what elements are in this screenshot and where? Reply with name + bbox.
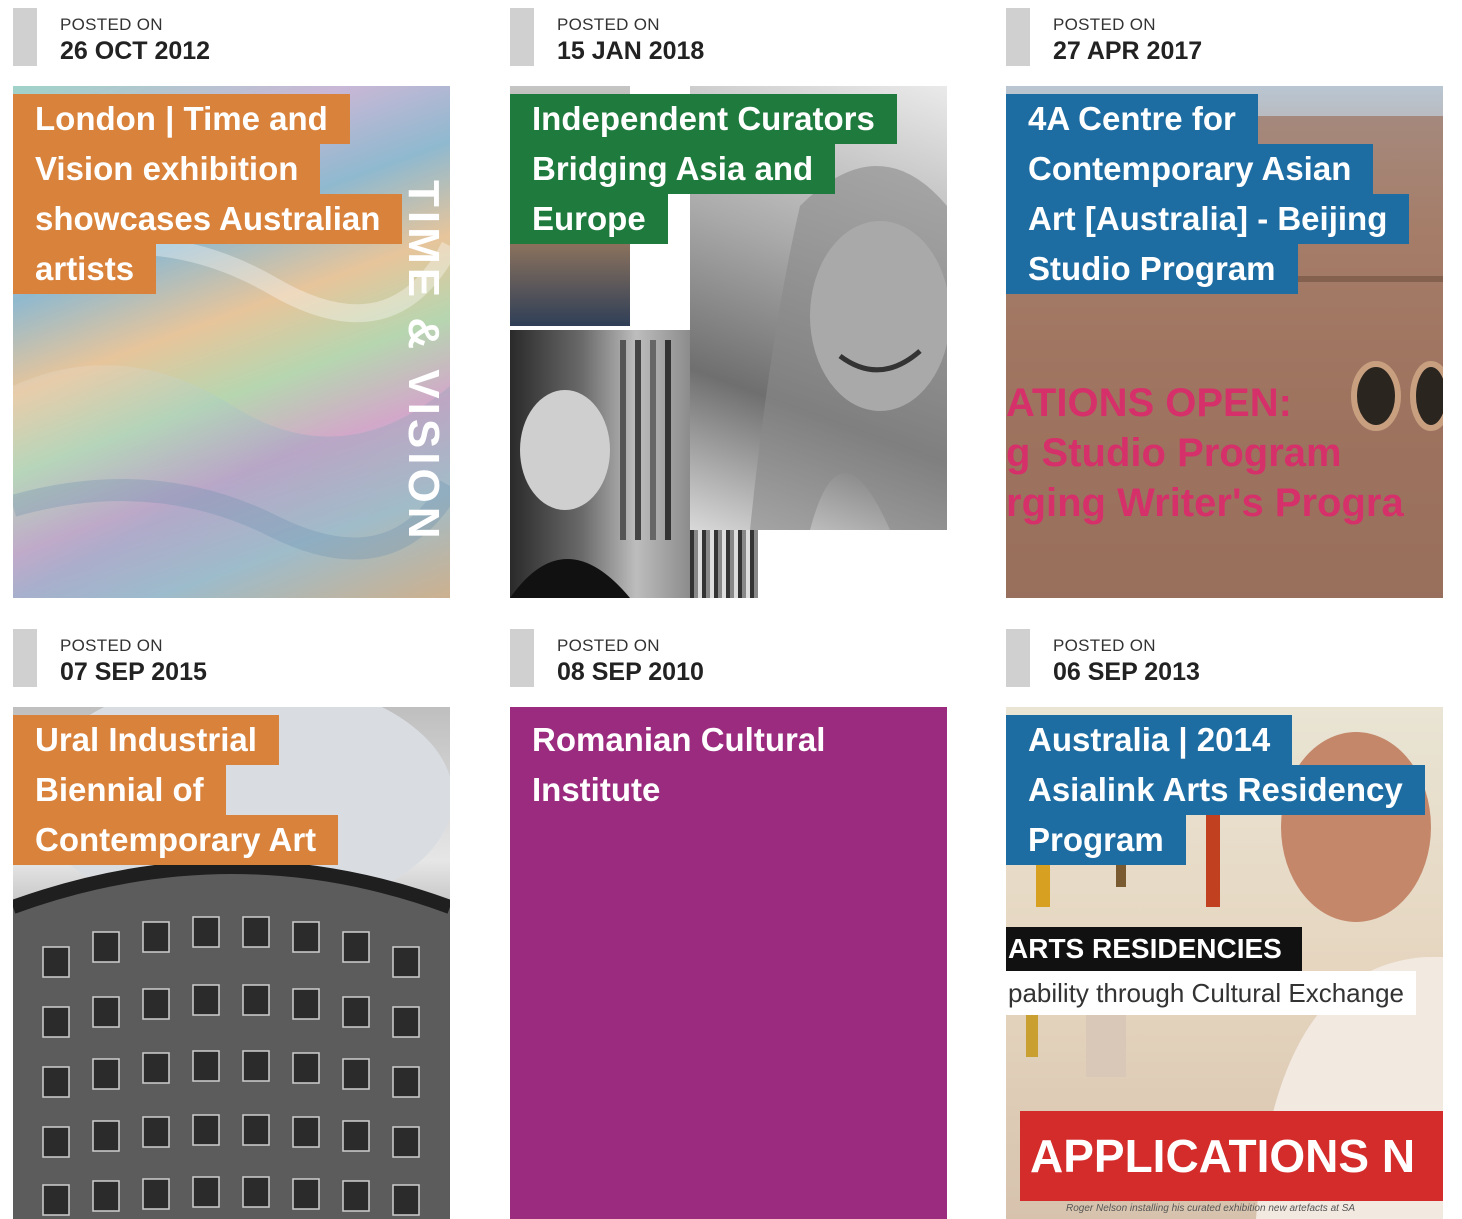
meta-accent-bar bbox=[1006, 629, 1030, 687]
meta-accent-bar bbox=[13, 8, 37, 66]
post-thumbnail[interactable]: Romanian Cultural Institute bbox=[510, 707, 947, 1219]
photo-caption: Roger Nelson installing his curated exhi… bbox=[1066, 1203, 1356, 1214]
post-date: 06 SEP 2013 bbox=[1053, 658, 1200, 686]
portrait-silhouette bbox=[510, 340, 671, 598]
posted-on-label: POSTED ON bbox=[60, 15, 163, 34]
meta-accent-bar bbox=[13, 629, 37, 687]
applications-banner: APPLICATIONS N bbox=[1020, 1111, 1443, 1201]
post-meta: POSTED ON 06 SEP 2013 bbox=[1006, 621, 1443, 701]
post-meta: POSTED ON 26 OCT 2012 bbox=[13, 0, 450, 80]
post-date: 07 SEP 2015 bbox=[60, 658, 207, 686]
meta-accent-bar bbox=[1006, 8, 1030, 66]
posted-on-label: POSTED ON bbox=[1053, 636, 1156, 655]
residencies-banner: ARTS RESIDENCIES bbox=[1006, 927, 1302, 971]
post-meta: POSTED ON 08 SEP 2010 bbox=[510, 621, 947, 701]
post-thumbnail[interactable]: TIME & VISION London | Time and Vision e… bbox=[13, 86, 450, 598]
post-title[interactable]: Independent Curators Bridging Asia and E… bbox=[510, 94, 897, 244]
post-title[interactable]: Ural Industrial Biennial of Contemporary… bbox=[13, 715, 339, 865]
post-card[interactable]: POSTED ON 07 SEP 2015 Ural Industrial Bi… bbox=[13, 621, 450, 1219]
post-date: 08 SEP 2010 bbox=[557, 658, 704, 686]
bookshelf-strip bbox=[690, 530, 758, 598]
post-meta: POSTED ON 07 SEP 2015 bbox=[13, 621, 450, 701]
residencies-subtitle: pability through Cultural Exchange bbox=[1006, 971, 1417, 1015]
post-date: 15 JAN 2018 bbox=[557, 37, 705, 65]
posted-on-label: POSTED ON bbox=[60, 636, 163, 655]
post-card[interactable]: POSTED ON 26 OCT 2012 TIME & VISION Lond… bbox=[13, 0, 450, 598]
posted-on-label: POSTED ON bbox=[1053, 15, 1156, 34]
meta-accent-bar bbox=[510, 629, 534, 687]
post-card[interactable]: POSTED ON 15 JAN 2018 Independent Curato… bbox=[510, 0, 947, 598]
image-pink-text: ATIONS OPEN: g Studio Program rging Writ… bbox=[1006, 381, 1404, 525]
posted-on-label: POSTED ON bbox=[557, 15, 660, 34]
post-card[interactable]: POSTED ON 27 APR 2017 ATIONS OPEN: g Stu… bbox=[1006, 0, 1443, 598]
post-title[interactable]: London | Time and Vision exhibition show… bbox=[13, 94, 403, 294]
post-thumbnail[interactable]: Independent Curators Bridging Asia and E… bbox=[510, 86, 947, 598]
post-title[interactable]: Romanian Cultural Institute bbox=[510, 715, 848, 815]
post-date: 27 APR 2017 bbox=[1053, 37, 1203, 65]
meta-accent-bar bbox=[510, 8, 534, 66]
post-thumbnail[interactable]: ARTS RESIDENCIES pability through Cultur… bbox=[1006, 707, 1443, 1219]
posted-on-label: POSTED ON bbox=[557, 636, 660, 655]
post-meta: POSTED ON 27 APR 2017 bbox=[1006, 0, 1443, 80]
image-vertical-text: TIME & VISION bbox=[399, 179, 448, 543]
post-card[interactable]: POSTED ON 08 SEP 2010 Romanian Cultural … bbox=[510, 621, 947, 1219]
post-thumbnail[interactable]: Ural Industrial Biennial of Contemporary… bbox=[13, 707, 450, 1219]
post-title[interactable]: 4A Centre for Contemporary Asian Art [Au… bbox=[1006, 94, 1410, 294]
post-thumbnail[interactable]: ATIONS OPEN: g Studio Program rging Writ… bbox=[1006, 86, 1443, 598]
post-title[interactable]: Australia | 2014 Asialink Arts Residency… bbox=[1006, 715, 1425, 865]
post-date: 26 OCT 2012 bbox=[60, 37, 211, 65]
post-card[interactable]: POSTED ON 06 SEP 2013 ARTS RESIDENCIES p… bbox=[1006, 621, 1443, 1219]
post-meta: POSTED ON 15 JAN 2018 bbox=[510, 0, 947, 80]
